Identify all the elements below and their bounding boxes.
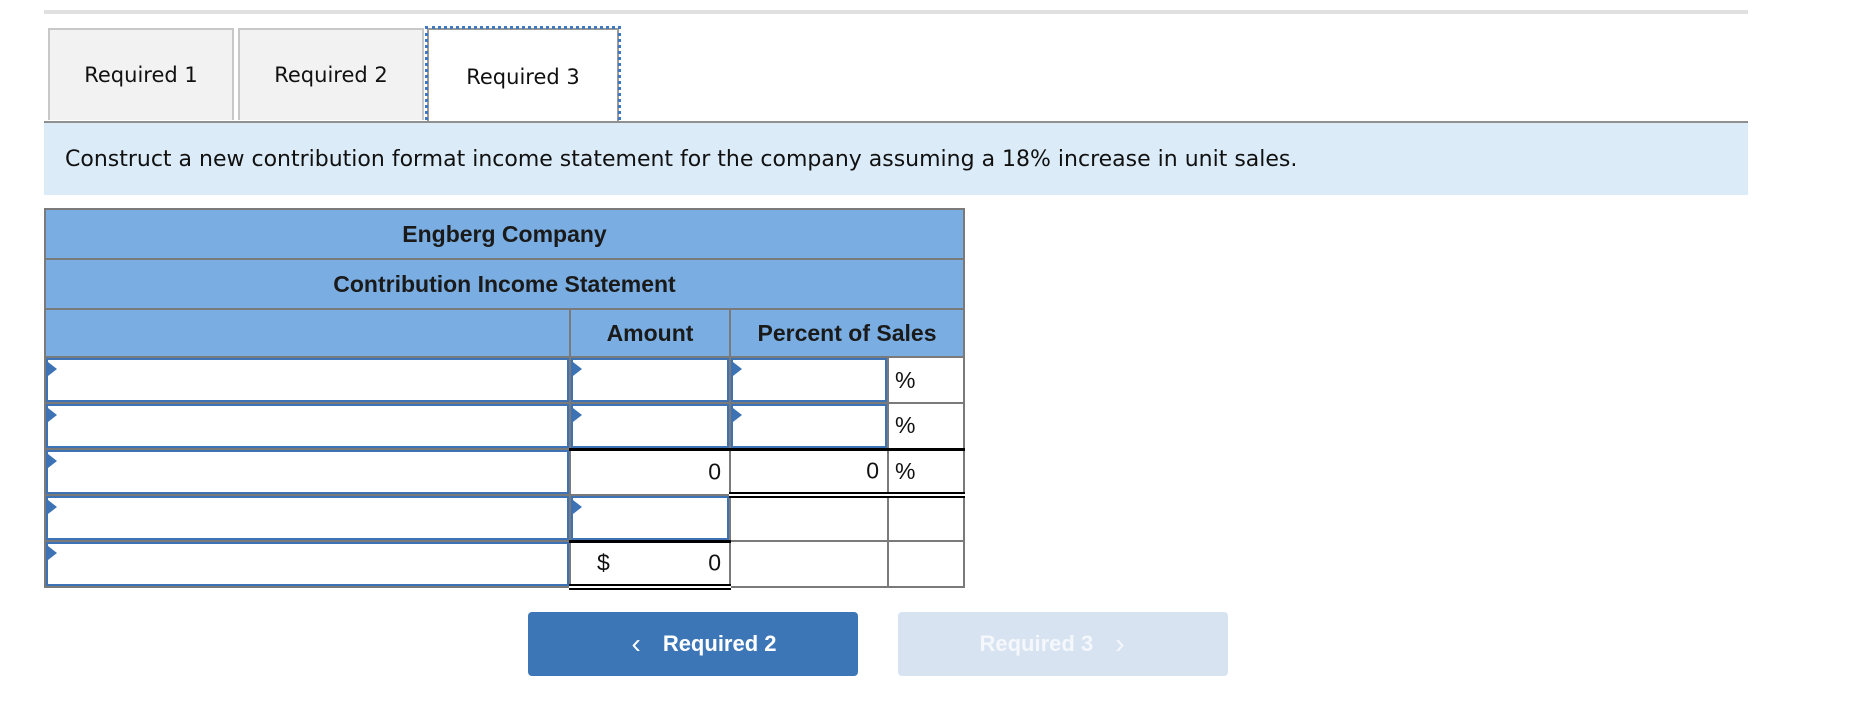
- tab-required-2[interactable]: Required 2: [238, 28, 424, 120]
- company-name: Engberg Company: [44, 208, 965, 260]
- row-label-input[interactable]: [48, 360, 567, 400]
- percent-cell: [729, 356, 889, 404]
- row-label-cell: [44, 448, 571, 496]
- table-row: %: [44, 356, 965, 404]
- header-row-title: Contribution Income Statement: [44, 258, 965, 310]
- amount-input[interactable]: [573, 498, 727, 538]
- row-label-input[interactable]: [48, 452, 567, 492]
- row-label-cell: [44, 494, 571, 542]
- top-divider: [44, 10, 1748, 14]
- amount-cell: [569, 356, 731, 404]
- row-label-input[interactable]: [48, 406, 567, 446]
- column-header-label: [44, 308, 571, 358]
- percent-symbol: %: [887, 356, 965, 404]
- amount-total-cell: $ 0: [569, 539, 731, 590]
- amount-cell: [569, 494, 731, 542]
- amount-total-cell: 0: [569, 447, 731, 496]
- chevron-right-icon: ›: [1115, 628, 1125, 659]
- income-statement-table: Engberg Company Contribution Income Stat…: [44, 208, 965, 590]
- percent-input[interactable]: [733, 406, 885, 446]
- percent-symbol-empty-cell: [887, 540, 965, 588]
- amount-input[interactable]: [573, 406, 727, 446]
- header-row-company: Engberg Company: [44, 208, 965, 260]
- instruction-text: Construct a new contribution format inco…: [65, 146, 1298, 172]
- header-row-columns: Amount Percent of Sales: [44, 308, 965, 358]
- row-label-cell: [44, 356, 571, 404]
- row-label-input[interactable]: [48, 498, 567, 538]
- next-required-button: Required 3 ›: [898, 612, 1228, 676]
- percent-symbol-empty-cell: [887, 494, 965, 542]
- table-row: [44, 494, 965, 542]
- column-header-amount: Amount: [569, 308, 731, 358]
- amount-cell: [569, 402, 731, 450]
- next-button-label: Required 3: [979, 631, 1094, 656]
- currency-symbol: $: [597, 549, 610, 576]
- percent-symbol: %: [887, 447, 965, 498]
- amount-value: 0: [708, 458, 721, 485]
- percent-value: 0: [866, 457, 879, 484]
- percent-input[interactable]: [733, 360, 885, 400]
- table-row: %: [44, 402, 965, 450]
- percent-empty-cell: [729, 540, 889, 588]
- row-label-input[interactable]: [48, 544, 567, 584]
- chevron-left-icon: ‹: [631, 628, 641, 659]
- tab-required-3[interactable]: Required 3: [425, 26, 621, 126]
- percent-cell: [729, 402, 889, 450]
- percent-empty-cell: [729, 494, 889, 542]
- statement-title: Contribution Income Statement: [44, 258, 965, 310]
- percent-symbol: %: [887, 402, 965, 450]
- percent-total-cell: 0: [729, 447, 889, 498]
- column-header-percent: Percent of Sales: [729, 308, 965, 358]
- instruction-banner: Construct a new contribution format inco…: [44, 121, 1748, 195]
- amount-value: 0: [708, 549, 721, 576]
- table-row: $ 0: [44, 539, 965, 590]
- table-row: 0 0 %: [44, 447, 965, 498]
- previous-button-label: Required 2: [662, 631, 777, 656]
- row-label-cell: [44, 402, 571, 450]
- tab-required-1[interactable]: Required 1: [48, 28, 234, 120]
- previous-required-button[interactable]: ‹ Required 2: [528, 612, 858, 676]
- amount-input[interactable]: [573, 360, 727, 400]
- row-label-cell: [44, 540, 571, 588]
